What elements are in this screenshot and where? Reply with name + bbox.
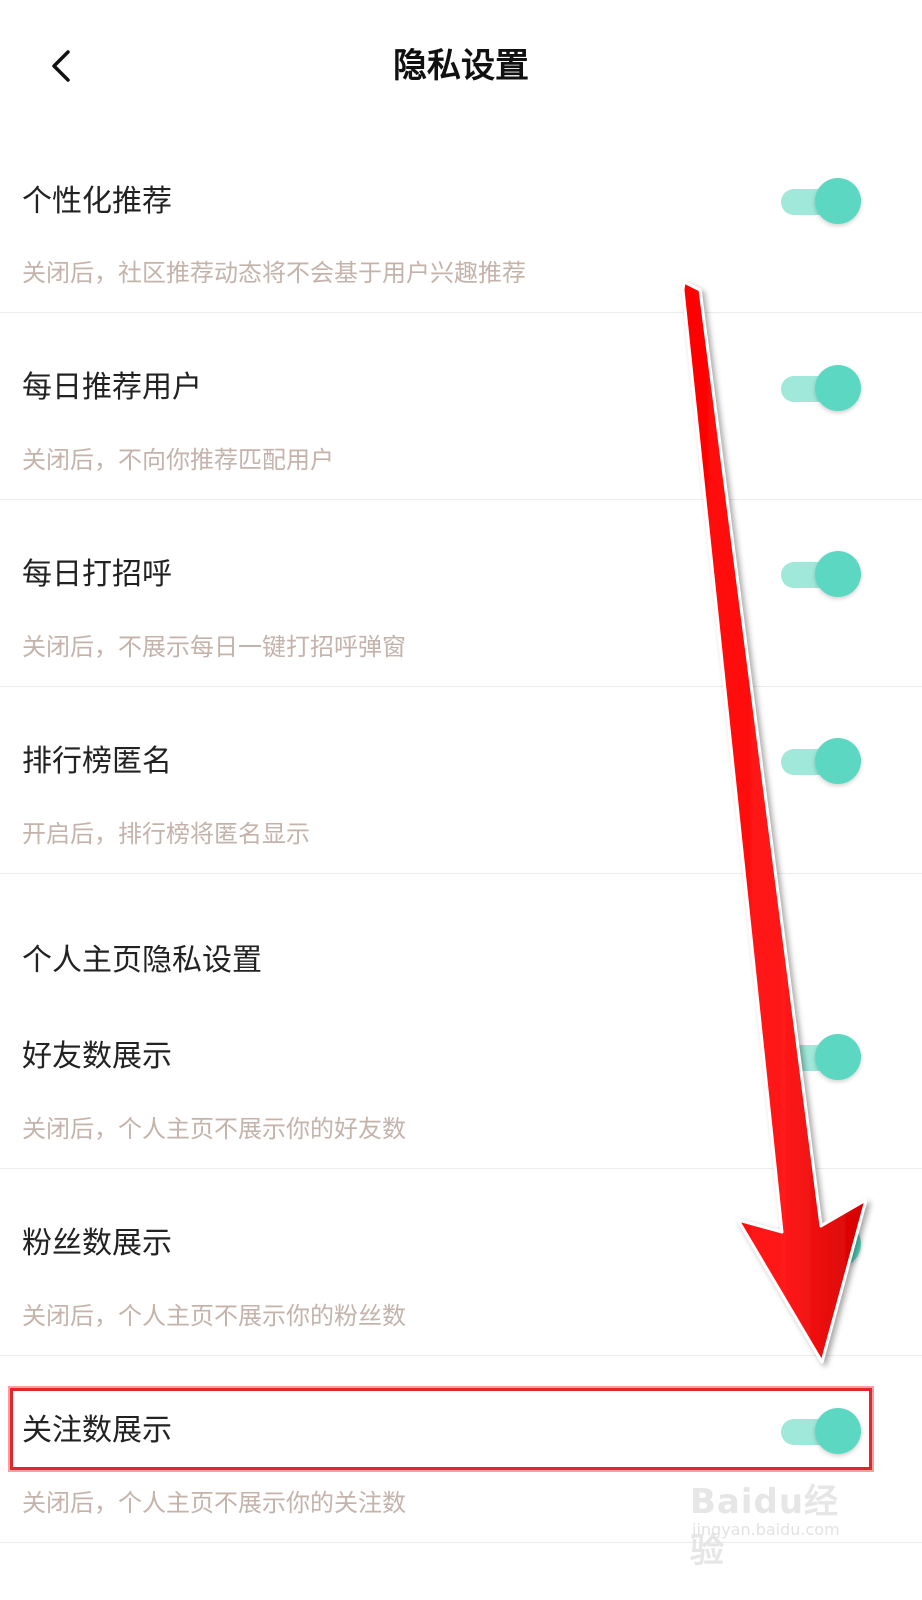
arrow-body — [681, 280, 868, 1364]
toggle-switch[interactable] — [781, 178, 863, 224]
setting-label: 每日推荐用户 — [22, 370, 202, 405]
toggle-switch[interactable] — [781, 1034, 863, 1080]
toggle-knob — [815, 365, 861, 411]
toggle-switch[interactable] — [781, 551, 863, 597]
divider — [0, 873, 922, 874]
toggle-knob — [815, 178, 861, 224]
watermark-url: jingyan.baidu.com — [692, 1520, 840, 1539]
watermark: Baidu经验 jingyan.baidu.com — [690, 1474, 870, 1571]
page-title: 隐私设置 — [393, 46, 529, 86]
red-arrow-annotation — [681, 280, 868, 1364]
toggle-switch[interactable] — [781, 738, 863, 784]
setting-label: 好友数展示 — [22, 1039, 172, 1074]
divider — [0, 499, 922, 500]
setting-label: 每日打招呼 — [22, 557, 172, 592]
setting-description: 关闭后，不展示每日一键打招呼弹窗 — [22, 633, 406, 661]
header: 隐私设置 — [0, 0, 922, 135]
toggle-knob — [815, 551, 861, 597]
setting-label: 排行榜匿名 — [22, 744, 172, 779]
toggle-knob — [815, 1221, 861, 1267]
toggle-switch[interactable] — [781, 1221, 863, 1267]
toggle-switch[interactable] — [781, 365, 863, 411]
setting-label: 粉丝数展示 — [22, 1226, 172, 1261]
setting-label: 个性化推荐 — [22, 184, 172, 219]
setting-description: 关闭后，社区推荐动态将不会基于用户兴趣推荐 — [22, 259, 526, 287]
toggle-knob — [815, 1034, 861, 1080]
setting-description: 开启后，排行榜将匿名显示 — [22, 820, 310, 848]
highlight-box — [10, 1388, 872, 1470]
setting-description: 关闭后，个人主页不展示你的粉丝数 — [22, 1302, 406, 1330]
setting-description: 关闭后，个人主页不展示你的好友数 — [22, 1115, 406, 1143]
setting-description: 关闭后，个人主页不展示你的关注数 — [22, 1489, 406, 1517]
divider — [0, 1168, 922, 1169]
divider — [0, 312, 922, 313]
divider — [0, 1355, 922, 1356]
section-title-profile-privacy: 个人主页隐私设置 — [22, 943, 262, 978]
toggle-knob — [815, 738, 861, 784]
setting-description: 关闭后，不向你推荐匹配用户 — [22, 446, 334, 474]
divider — [0, 686, 922, 687]
